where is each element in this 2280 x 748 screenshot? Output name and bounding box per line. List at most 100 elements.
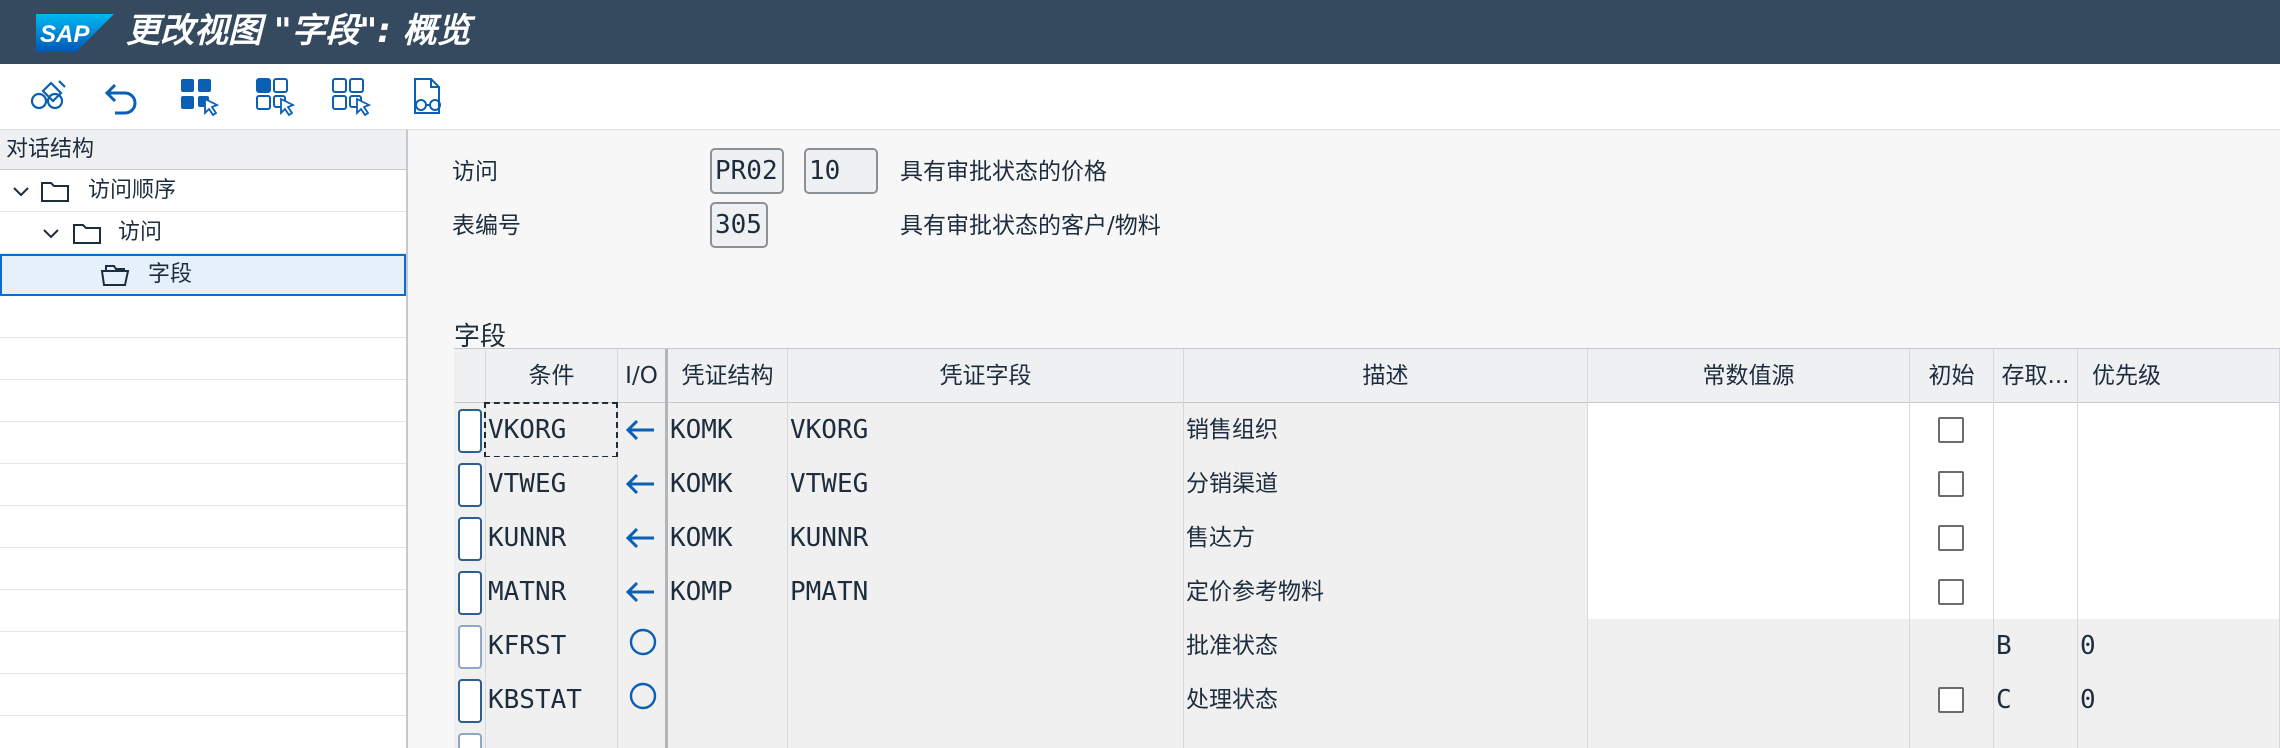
doc-field-cell: VTWEG <box>788 457 1184 511</box>
circle-icon <box>629 628 657 656</box>
priority-input[interactable] <box>2078 565 2280 619</box>
doc-field-cell <box>788 619 1184 673</box>
row-selector-cell[interactable] <box>454 619 486 673</box>
priority-input[interactable] <box>2078 403 2280 457</box>
tree-empty-row <box>0 506 406 548</box>
access-sequence-field[interactable]: PR02 <box>710 148 784 194</box>
doc-structure-cell <box>668 727 788 748</box>
initial-checkbox[interactable] <box>1938 525 1964 551</box>
row-selector[interactable] <box>458 463 482 507</box>
initial-cell <box>1910 457 1994 511</box>
doc-field-cell: VKORG <box>788 403 1184 457</box>
access-type-input[interactable] <box>1994 403 2078 457</box>
deselect-all-icon <box>332 78 372 117</box>
column-header-initial[interactable]: 初始 <box>1910 349 1994 403</box>
column-header-doc-field[interactable]: 凭证字段 <box>788 349 1184 403</box>
row-selector-cell[interactable] <box>454 457 486 511</box>
select-block-icon <box>256 78 296 117</box>
select-all-button[interactable] <box>174 74 224 120</box>
column-header-condition[interactable]: 条件 <box>486 349 618 403</box>
initial-checkbox[interactable] <box>1938 471 1964 497</box>
row-selector-cell[interactable] <box>454 565 486 619</box>
tree-item-access-sequence[interactable]: 访问顺序 <box>0 170 406 212</box>
folder-icon <box>41 182 69 202</box>
row-selector[interactable] <box>458 571 482 615</box>
access-type-input[interactable] <box>1994 511 2078 565</box>
undo-button[interactable] <box>98 74 148 120</box>
column-header-io[interactable]: I/O <box>618 349 668 403</box>
application-toolbar <box>0 64 2280 130</box>
initial-checkbox[interactable] <box>1938 579 1964 605</box>
row-selector[interactable] <box>458 733 482 748</box>
column-header-constant-source[interactable]: 常数值源 <box>1588 349 1910 403</box>
condition-cell: MATNR <box>486 565 618 619</box>
row-selector[interactable] <box>458 625 482 669</box>
access-type-input[interactable] <box>1994 457 2078 511</box>
column-header-description[interactable]: 描述 <box>1184 349 1588 403</box>
table-row: VTWEG KOMK VTWEG 分销渠道 <box>454 457 2280 511</box>
constant-source-cell <box>1588 619 1910 673</box>
constant-source-input[interactable] <box>1588 565 1910 619</box>
doc-field-cell: PMATN <box>788 565 1184 619</box>
table-row: KFRST 批准状态 B 0 <box>454 619 2280 673</box>
dialog-structure-panel: 对话结构 访问顺序 访问 字段 <box>0 130 408 748</box>
tree-item-fields[interactable]: 字段 <box>0 254 406 296</box>
row-selector[interactable] <box>458 517 482 561</box>
row-selector[interactable] <box>458 679 482 723</box>
constant-source-input[interactable] <box>1588 511 1910 565</box>
column-header-access-type[interactable]: 存取... <box>1994 349 2078 403</box>
description-cell: 销售组织 <box>1184 403 1588 457</box>
access-type-input[interactable] <box>1994 565 2078 619</box>
chevron-down-icon[interactable] <box>10 180 32 202</box>
page-title: 更改视图 "字段": 概览 <box>126 11 471 51</box>
deselect-all-button[interactable] <box>326 74 376 120</box>
doc-structure-cell: KOMK <box>668 457 788 511</box>
tree-empty-row <box>0 632 406 674</box>
description-cell: 定价参考物料 <box>1184 565 1588 619</box>
doc-structure-cell: KOMK <box>668 511 788 565</box>
column-header-priority[interactable]: 优先级 <box>2078 349 2280 403</box>
row-selector-cell[interactable] <box>454 403 486 457</box>
row-selector-cell[interactable] <box>454 673 486 727</box>
initial-checkbox[interactable] <box>1938 417 1964 443</box>
glasses-pencil-icon <box>30 80 66 110</box>
constant-source-input[interactable] <box>1588 403 1910 457</box>
tree-empty-row <box>0 338 406 380</box>
priority-input[interactable] <box>2078 457 2280 511</box>
document-glasses-icon <box>414 78 441 114</box>
constant-source-input[interactable] <box>1588 457 1910 511</box>
column-header-doc-structure[interactable]: 凭证结构 <box>668 349 788 403</box>
tree-item-label: 访问顺序 <box>88 178 177 203</box>
description-cell: 售达方 <box>1184 511 1588 565</box>
doc-structure-cell <box>668 673 788 727</box>
io-cell <box>618 619 668 673</box>
table-row: MATNR KOMP PMATN 定价参考物料 <box>454 565 2280 619</box>
tree-empty-row <box>0 422 406 464</box>
fields-table: 条件 I/O 凭证结构 凭证字段 描述 常数值源 初始 存取... 优先级 VK… <box>454 348 2280 748</box>
row-selector-cell[interactable] <box>454 511 486 565</box>
table-row: KBSTAT 处理状态 C 0 <box>454 673 2280 727</box>
select-block-button[interactable] <box>250 74 300 120</box>
display-change-button[interactable] <box>24 74 74 120</box>
table-number-field[interactable]: 305 <box>710 202 768 248</box>
doc-field-cell <box>788 727 1184 748</box>
tree-empty-row <box>0 590 406 632</box>
undo-icon <box>104 83 137 115</box>
sap-gui-window: SAP 更改视图 "字段": 概览 对话结构 访问顺序 访问 字段 访问 PR0… <box>0 0 2280 748</box>
row-selector-cell[interactable] <box>454 727 486 748</box>
initial-cell <box>1910 565 1994 619</box>
row-selector[interactable] <box>458 409 482 453</box>
doc-field-cell <box>788 673 1184 727</box>
main-content: 访问 PR02 10 具有审批状态的价格 表编号 305 具有审批状态的客户/物… <box>410 130 2280 748</box>
initial-checkbox[interactable] <box>1938 687 1964 713</box>
priority-input[interactable] <box>2078 511 2280 565</box>
print-preview-button[interactable] <box>402 74 452 120</box>
access-number-field[interactable]: 10 <box>804 148 878 194</box>
access-type-cell: C <box>1994 673 2078 727</box>
chevron-down-icon[interactable] <box>40 222 62 244</box>
tree-item-access[interactable]: 访问 <box>0 212 406 254</box>
select-all-icon <box>181 79 220 117</box>
cell-focus-outline <box>484 402 618 458</box>
header-row-selector[interactable] <box>454 349 486 403</box>
description-cell: 分销渠道 <box>1184 457 1588 511</box>
